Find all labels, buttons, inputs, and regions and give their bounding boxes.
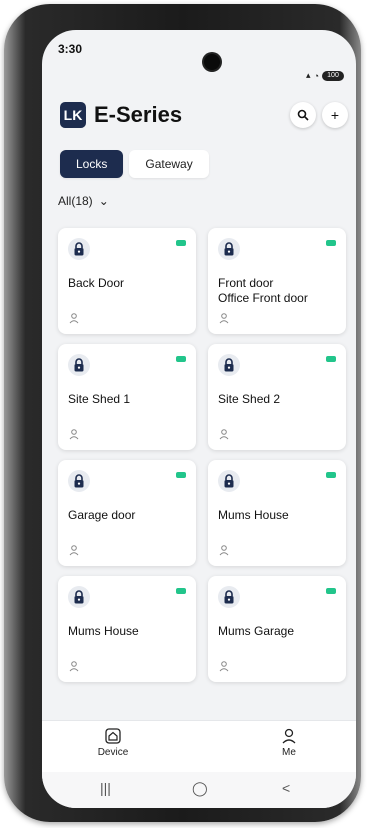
filter-dropdown[interactable]: All(18) ⌄ — [58, 194, 109, 208]
recent-apps-icon[interactable]: ||| — [100, 780, 111, 796]
search-icon — [297, 109, 309, 121]
chevron-down-icon: ⌄ — [98, 194, 109, 208]
battery-level-icon — [326, 240, 336, 246]
lock-name: Garage door — [68, 508, 136, 522]
lock-name: Site Shed 1 — [68, 392, 131, 406]
house-lock-icon — [105, 728, 121, 744]
nav-device[interactable]: Device — [78, 727, 148, 758]
lock-icon — [218, 470, 240, 492]
user-icon — [219, 313, 229, 324]
status-bar: 3:30 ▴ ◔ 100 — [42, 30, 356, 81]
nav-me-label: Me — [282, 747, 296, 758]
battery-level-icon — [176, 240, 186, 246]
add-lock-button[interactable]: + — [322, 102, 348, 128]
battery-level-icon — [176, 472, 186, 478]
phone-frame: 3:30 ▴ ◔ 100 LK E-Series + Locks Gateway… — [4, 4, 361, 822]
app-title: E-Series — [94, 102, 183, 127]
user-icon — [69, 545, 79, 556]
lock-grid: Back Door Front door Office Front door Sit… — [58, 228, 348, 682]
user-icon — [69, 429, 79, 440]
user-icon — [219, 429, 229, 440]
lock-name: Site Shed 2 — [218, 392, 281, 406]
app-screen: 3:30 ▴ ◔ 100 LK E-Series + Locks Gateway… — [42, 30, 356, 808]
battery-level-icon — [176, 356, 186, 362]
status-icons: ▴ ◔ 100 — [306, 70, 344, 81]
tab-gateway[interactable]: Gateway — [129, 150, 209, 178]
battery-level-icon — [326, 472, 336, 478]
lock-card[interactable]: Back Door — [58, 228, 196, 334]
battery-level-icon — [176, 588, 186, 594]
lock-card[interactable]: Site Shed 1 — [58, 344, 196, 450]
lock-card[interactable]: Mums House — [58, 576, 196, 682]
status-time: 3:30 — [58, 42, 83, 56]
lock-name: Mums House — [68, 624, 139, 638]
lk-logo: LK — [60, 102, 86, 128]
tab-bar: Locks Gateway — [60, 150, 209, 178]
wifi-icon: ◔ — [313, 70, 319, 81]
lock-icon — [68, 586, 90, 608]
lock-name: Back Door — [68, 276, 125, 290]
plus-icon: + — [330, 107, 340, 123]
user-icon — [219, 545, 229, 556]
lock-card[interactable]: Mums House — [208, 460, 346, 566]
user-icon — [69, 661, 79, 672]
lock-icon — [218, 586, 240, 608]
front-camera — [204, 54, 220, 70]
app-header: LK E-Series + — [42, 94, 356, 144]
battery-level-icon — [326, 356, 336, 362]
user-icon — [219, 661, 229, 672]
system-nav-bar: ||| ◯ < — [42, 772, 356, 808]
lock-icon — [68, 238, 90, 260]
lock-icon — [68, 354, 90, 376]
lock-card[interactable]: Front door Office Front door — [208, 228, 346, 334]
user-icon — [69, 313, 79, 324]
filter-label: All(18) — [58, 194, 93, 208]
lock-icon — [218, 238, 240, 260]
lock-name: Mums Garage — [218, 624, 295, 638]
back-icon[interactable]: < — [282, 780, 290, 796]
battery-icon: 100 — [322, 70, 344, 81]
search-button[interactable] — [290, 102, 316, 128]
lock-card[interactable]: Site Shed 2 — [208, 344, 346, 450]
nav-device-label: Device — [97, 747, 129, 758]
lock-icon — [218, 354, 240, 376]
lock-name: Mums House — [218, 508, 289, 522]
lock-card[interactable]: Garage door — [58, 460, 196, 566]
lock-name: Front door Office Front door — [218, 276, 308, 305]
tab-locks[interactable]: Locks — [60, 150, 124, 178]
home-icon[interactable]: ◯ — [192, 780, 208, 797]
person-icon — [282, 728, 296, 744]
battery-level-icon — [326, 588, 336, 594]
nav-me[interactable]: Me — [254, 727, 324, 758]
lock-card[interactable]: Mums Garage — [208, 576, 346, 682]
bottom-nav: Device Me — [42, 720, 356, 773]
signal-icon: ▴ — [306, 70, 311, 80]
lock-icon — [68, 470, 90, 492]
